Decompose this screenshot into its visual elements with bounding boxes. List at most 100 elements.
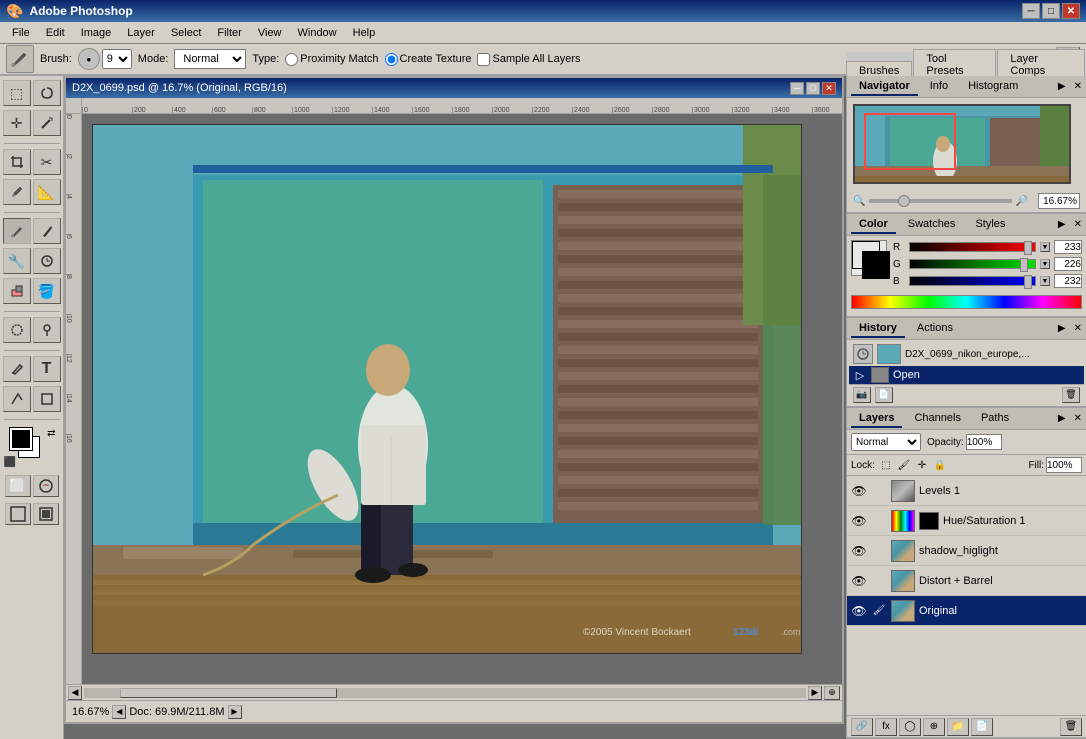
menu-edit[interactable]: Edit xyxy=(38,25,73,41)
menu-image[interactable]: Image xyxy=(73,25,120,41)
type-tool[interactable]: T xyxy=(33,356,61,382)
opacity-input[interactable] xyxy=(966,434,1002,450)
paths-tab[interactable]: Paths xyxy=(973,410,1017,428)
lock-all-btn[interactable]: 🔒 xyxy=(933,458,947,472)
slice-tool[interactable]: ✂ xyxy=(33,149,61,175)
nav-zoom-track[interactable] xyxy=(869,199,1011,203)
new-adjustment-btn[interactable]: ⊕ xyxy=(923,718,945,736)
lock-image-btn[interactable]: 🖌 xyxy=(897,458,911,472)
link-layers-btn[interactable]: 🔗 xyxy=(851,718,873,736)
status-right-arrow[interactable]: ▶ xyxy=(228,705,242,719)
quick-mask-btn[interactable] xyxy=(33,475,59,497)
shape-tool[interactable] xyxy=(33,386,61,412)
blur-tool[interactable] xyxy=(3,317,31,343)
doc-close-btn[interactable]: ✕ xyxy=(822,82,836,95)
history-item-open[interactable]: ▷ Open xyxy=(849,366,1084,384)
color-panel-menu[interactable]: ▶ xyxy=(1058,219,1066,230)
layers-panel-menu[interactable]: ▶ xyxy=(1058,413,1066,424)
brush-size-control[interactable]: • 9 xyxy=(78,48,132,70)
lasso-tool[interactable] xyxy=(33,80,61,106)
menu-layer[interactable]: Layer xyxy=(119,25,163,41)
nav-zoom-thumb[interactable] xyxy=(898,195,910,207)
color-panel-close[interactable]: ✕ xyxy=(1074,219,1082,230)
add-style-btn[interactable]: fx xyxy=(875,718,897,736)
layer-eye-levels1[interactable]: 👁 xyxy=(851,483,867,499)
new-layer-btn[interactable]: 📄 xyxy=(971,718,993,736)
scroll-thumb-h[interactable] xyxy=(120,688,337,698)
delete-layer-btn[interactable]: 🗑 xyxy=(1060,718,1082,736)
marquee-tool[interactable]: ⬚ xyxy=(3,80,31,106)
red-track[interactable] xyxy=(909,242,1036,252)
brush-tool-btn[interactable] xyxy=(33,218,61,244)
blue-track[interactable] xyxy=(909,276,1036,286)
maximize-button[interactable]: □ xyxy=(1042,3,1060,19)
doc-minimize-btn[interactable]: ─ xyxy=(790,82,804,95)
color-spectrum[interactable] xyxy=(851,295,1082,309)
swap-colors-btn[interactable]: ⇄ xyxy=(47,428,55,439)
menu-select[interactable]: Select xyxy=(163,25,210,41)
fill-input[interactable] xyxy=(1046,457,1082,473)
screen-mode-btn[interactable] xyxy=(5,503,31,525)
create-document-btn[interactable]: 📄 xyxy=(875,387,893,403)
layer-row-shadow[interactable]: 👁 shadow_higlight xyxy=(847,536,1086,566)
history-panel-menu[interactable]: ▶ xyxy=(1058,323,1066,334)
brush-size-select[interactable]: 9 xyxy=(102,49,132,69)
standard-mode-btn[interactable]: ⬜ xyxy=(5,475,31,497)
history-tab[interactable]: History xyxy=(851,320,905,338)
new-snapshot-btn[interactable]: 📷 xyxy=(853,387,871,403)
lock-position-btn[interactable]: ✛ xyxy=(915,458,929,472)
new-group-btn[interactable]: 📁 xyxy=(947,718,969,736)
magic-wand-tool[interactable] xyxy=(33,110,61,136)
menu-view[interactable]: View xyxy=(250,25,290,41)
move-tool[interactable]: ✛ xyxy=(3,110,31,136)
blend-mode-select[interactable]: Normal Multiply Screen xyxy=(851,433,921,451)
menu-window[interactable]: Window xyxy=(290,25,345,41)
green-value-input[interactable] xyxy=(1054,257,1082,271)
minimize-button[interactable]: ─ xyxy=(1022,3,1040,19)
blue-down-arrow[interactable]: ▼ xyxy=(1040,276,1050,286)
green-down-arrow[interactable]: ▼ xyxy=(1040,259,1050,269)
proximity-match-option[interactable]: Proximity Match xyxy=(285,53,378,66)
green-slider-thumb[interactable] xyxy=(1020,258,1028,272)
delete-state-btn[interactable]: 🗑 xyxy=(1062,387,1080,403)
channels-tab[interactable]: Channels xyxy=(906,410,968,428)
layer-row-hue[interactable]: 👁 Hue/Saturation 1 xyxy=(847,506,1086,536)
scroll-corner-btn[interactable]: ⊕ xyxy=(824,686,840,700)
blue-slider-thumb[interactable] xyxy=(1024,275,1032,289)
layer-row-levels1[interactable]: 👁 Levels 1 xyxy=(847,476,1086,506)
layer-row-original[interactable]: 👁 🖌 Original xyxy=(847,596,1086,626)
background-swatch[interactable] xyxy=(862,251,890,279)
color-tab[interactable]: Color xyxy=(851,216,896,234)
swatches-tab[interactable]: Swatches xyxy=(900,216,964,234)
fullscreen-btn[interactable] xyxy=(33,503,59,525)
navigator-tab[interactable]: Navigator xyxy=(851,78,918,96)
red-value-input[interactable] xyxy=(1054,240,1082,254)
red-down-arrow[interactable]: ▼ xyxy=(1040,242,1050,252)
brush-tool-icon[interactable] xyxy=(6,45,34,73)
lock-transparent-btn[interactable]: ⬚ xyxy=(879,458,893,472)
layer-row-distort[interactable]: 👁 Distort + Barrel xyxy=(847,566,1086,596)
menu-help[interactable]: Help xyxy=(345,25,384,41)
green-track[interactable] xyxy=(909,259,1036,269)
mode-select[interactable]: Normal Dissolve Multiply xyxy=(174,49,246,69)
navigator-panel-menu[interactable]: ▶ xyxy=(1058,81,1066,92)
info-tab[interactable]: Info xyxy=(922,78,956,96)
blue-value-input[interactable] xyxy=(1054,274,1082,288)
menu-filter[interactable]: Filter xyxy=(209,25,249,41)
layers-tab[interactable]: Layers xyxy=(851,410,902,428)
history-panel-close[interactable]: ✕ xyxy=(1074,323,1082,334)
layer-eye-shadow[interactable]: 👁 xyxy=(851,543,867,559)
scroll-left-btn[interactable]: ◀ xyxy=(68,686,82,700)
eraser-tool[interactable] xyxy=(3,278,31,304)
path-selection-tool[interactable] xyxy=(3,386,31,412)
foreground-color-swatch[interactable] xyxy=(10,428,32,450)
layer-eye-distort[interactable]: 👁 xyxy=(851,573,867,589)
eyedropper-tool[interactable] xyxy=(3,179,31,205)
layers-panel-close[interactable]: ✕ xyxy=(1074,413,1082,424)
close-button[interactable]: ✕ xyxy=(1062,3,1080,19)
status-left-arrow[interactable]: ◀ xyxy=(112,705,126,719)
layer-eye-hue[interactable]: 👁 xyxy=(851,513,867,529)
history-brush-tool[interactable] xyxy=(33,248,61,274)
clone-stamp-tool[interactable]: 🔧 xyxy=(3,248,31,274)
red-slider-thumb[interactable] xyxy=(1024,241,1032,255)
